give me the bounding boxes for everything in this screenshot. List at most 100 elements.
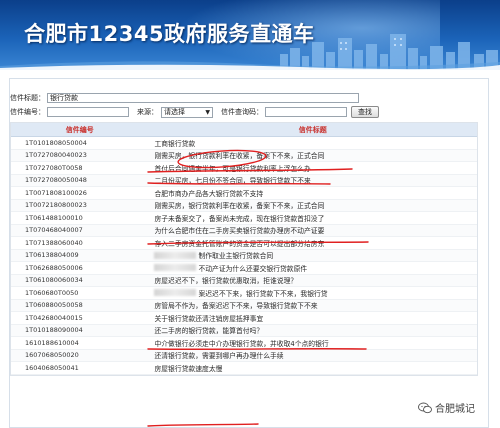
letter-number: 1T042680040015: [25, 313, 83, 322]
table-row[interactable]: 1T062688050006 不动产证为什么还要交银行贷款原件: [11, 262, 477, 275]
redacted-text: [154, 251, 197, 259]
table-row[interactable]: 1T010188090004 还二手房的银行贷款，能算首付吗？: [11, 324, 477, 337]
letter-title-text: 房屋银行贷款速度太慢: [154, 364, 223, 373]
letter-title-link[interactable]: 刚需买房，银行贷款利率在收紧，备案下不来，正式合同: [148, 150, 477, 162]
letter-title-text: 存入二手房资金托管账户的资金是否可以提出部分给房东: [154, 239, 325, 248]
letter-title-text: 关于银行贷款还清注销房屋抵押事宜: [154, 314, 264, 323]
letter-number: 1T010188090004: [25, 326, 83, 335]
column-header-number: 信件编号: [65, 125, 94, 134]
letter-number: 1T060680T0050: [25, 288, 79, 297]
letter-title-link[interactable]: 关于银行贷款还清注销房屋抵押事宜: [148, 312, 477, 324]
letter-number: 1T06138804009: [25, 251, 79, 260]
redacted-text: [154, 289, 197, 297]
table-row[interactable]: 1T060680T0050 案迟迟不下来，银行贷款下不来，我银行贷: [11, 287, 477, 300]
source-select-value: 请选择: [164, 108, 185, 116]
number-label: 信件编号：: [10, 108, 45, 116]
number-input[interactable]: [47, 107, 129, 117]
title-label: 信件标题：: [10, 94, 45, 102]
watermark: 合肥城记: [418, 400, 475, 415]
query-code-label: 信件查询码：: [221, 108, 263, 116]
table-row[interactable]: 1610188610004 中介做银行必须走中介办理银行贷款，并收取4个点的银行: [11, 337, 477, 350]
table-row[interactable]: 1604068050041 房屋银行贷款速度太慢: [11, 362, 477, 375]
letter-title-text: 不动产证为什么还要交银行贷款原件: [198, 264, 308, 273]
search-button[interactable]: 查找: [351, 106, 379, 118]
letter-number: 1T070468040007: [25, 226, 83, 235]
wechat-icon: [418, 402, 432, 413]
table-row[interactable]: 1T0727080040023 刚需买房，银行贷款利率在收紧，备案下不来，正式合同: [11, 149, 477, 162]
letter-title-link[interactable]: 首付后合同遇害半年，可是银行贷款利率上浮怎么办: [148, 162, 477, 174]
letter-title-text: 还二手房的银行贷款，能算首付吗？: [154, 327, 264, 336]
letter-title-link[interactable]: 房屋银行贷款速度太慢: [148, 362, 477, 374]
letter-title-text: 房管局不作为，备案迟迟下不来，导致银行贷款下不来: [154, 302, 318, 311]
letter-number: 1T061488100010: [25, 213, 83, 222]
letter-number: 1604068050041: [25, 363, 79, 372]
letter-number: 1T071388060040: [25, 238, 83, 247]
letter-title-link[interactable]: 还二手房的银行贷款，能算首付吗？: [148, 325, 477, 337]
column-header-title: 信件标题: [298, 125, 327, 134]
letter-title-link[interactable]: 存入二手房资金托管账户的资金是否可以提出部分给房东: [148, 237, 477, 249]
letter-number: 1T0101808050004: [25, 138, 87, 147]
letter-number: 1T0727080T0058: [25, 163, 83, 172]
letter-number: 1T062688050006: [25, 263, 83, 272]
letter-title-link[interactable]: 制作取业主银行贷款合同: [148, 250, 477, 262]
letter-title-link[interactable]: 工商银行贷款: [148, 137, 477, 149]
table-row[interactable]: 1T0101808050004 工商银行贷款: [11, 137, 477, 150]
letter-number: 1T0727080050048: [25, 176, 87, 185]
table-row[interactable]: 1T042680040015 关于银行贷款还清注销房屋抵押事宜: [11, 312, 477, 325]
results-table: 信件编号 信件标题 1T0101808050004 工商银行贷款 1T0727080…: [10, 122, 478, 376]
letter-title-link[interactable]: 还清银行贷款，需要到哪户再办理什么手续: [148, 350, 477, 362]
redacted-text: [154, 264, 197, 272]
letter-number: 1T0071808100026: [25, 188, 87, 197]
letter-title-link[interactable]: 为什么合肥市住在二手房买卖银行贷款办理房不动产证要: [148, 225, 477, 237]
table-row[interactable]: 1T071388060040 存入二手房资金托管账户的资金是否可以提出部分给房东: [11, 237, 477, 250]
letter-title-link[interactable]: 案迟迟不下来，银行贷款下不来，我银行贷: [148, 287, 477, 299]
table-row[interactable]: 1T061488100010 房子未备案交了，备案尚未完成，现在银行贷款首扣没了: [11, 212, 477, 225]
table-row[interactable]: 1T0727080050048 二月份买房，七月份不签合同，导致银行贷款下不来: [11, 174, 477, 187]
letter-title-text: 首付后合同遇害半年，可是银行贷款利率上浮怎么办: [154, 164, 311, 173]
letter-number: 1T061080060034: [25, 276, 83, 285]
letter-title-text: 刚需买房，银行贷款利率在收紧，备案下不来，正式合同: [154, 152, 325, 161]
site-title: 合肥市12345政府服务直通车: [24, 22, 315, 46]
letter-title-link[interactable]: 刚需买房，银行贷款利率在收紧，备案下不来，正式合同: [148, 200, 477, 212]
letter-number: 1T060880050058: [25, 301, 83, 310]
letter-title-link[interactable]: 合肥市商办产品各大银行贷款不支持: [148, 187, 477, 199]
table-row[interactable]: 1T0071808100026 合肥市商办产品各大银行贷款不支持: [11, 187, 477, 200]
source-select[interactable]: 请选择 ▼: [161, 106, 213, 118]
table-row[interactable]: 1T060880050058 房管局不作为，备案迟迟下不来，导致银行贷款下不来: [11, 299, 477, 312]
letter-title-link[interactable]: 房子未备案交了，备案尚未完成，现在银行贷款首扣没了: [148, 212, 477, 224]
letter-title-text: 房子未备案交了，备案尚未完成，现在银行贷款首扣没了: [154, 214, 325, 223]
table-header: 信件编号 信件标题: [11, 123, 477, 137]
table-row[interactable]: 1T070468040007 为什么合肥市住在二手房买卖银行贷款办理房不动产证要: [11, 224, 477, 237]
table-row[interactable]: 1T0727080T0058 首付后合同遇害半年，可是银行贷款利率上浮怎么办: [11, 162, 477, 175]
query-code-input[interactable]: [265, 107, 347, 117]
letter-title-text: 刚需买房，银行贷款利率在收紧，备案下不来，正式合同: [154, 202, 325, 211]
letter-title-text: 中介做银行必须走中介办理银行贷款，并收取4个点的银行: [154, 339, 329, 348]
table-row[interactable]: 1T061080060034 房屋迟迟不下，银行贷款优惠取消，拒谁说理？: [11, 274, 477, 287]
chevron-down-icon: ▼: [205, 108, 210, 116]
header-banner: 合肥市12345政府服务直通车: [0, 0, 500, 70]
table-row[interactable]: 1T06138804009 制作取业主银行贷款合同: [11, 249, 477, 262]
letter-title-text: 工商银行贷款: [154, 139, 196, 148]
letter-title-link[interactable]: 房屋迟迟不下，银行贷款优惠取消，拒谁说理？: [148, 275, 477, 287]
letter-title-text: 二月份买房，七月份不签合同，导致银行贷款下不来: [154, 177, 311, 186]
title-search-row: 信件标题： 银行贷款: [10, 92, 359, 104]
letter-title-link[interactable]: 不动产证为什么还要交银行贷款原件: [148, 262, 477, 274]
letter-title-link[interactable]: 中介做银行必须走中介办理银行贷款，并收取4个点的银行: [148, 337, 477, 349]
letter-title-text: 制作取业主银行贷款合同: [198, 252, 274, 261]
watermark-text: 合肥城记: [435, 404, 475, 415]
banner-wave-decoration: [0, 61, 500, 70]
table-row[interactable]: 1607068050020 还清银行贷款，需要到哪户再办理什么手续: [11, 349, 477, 362]
letter-number: 1610188610004: [25, 338, 79, 347]
table-row[interactable]: 1T0072180800023 刚需买房，银行贷款利率在收紧，备案下不来，正式合同: [11, 199, 477, 212]
letter-number: 1T0072180800023: [25, 201, 87, 210]
letter-title-text: 还清银行贷款，需要到哪户再办理什么手续: [154, 352, 284, 361]
source-label: 来源：: [137, 108, 158, 116]
letter-title-text: 案迟迟不下来，银行贷款下不来，我银行贷: [198, 289, 328, 298]
letter-title-link[interactable]: 房管局不作为，备案迟迟下不来，导致银行贷款下不来: [148, 300, 477, 312]
letter-title-text: 合肥市商办产品各大银行贷款不支持: [154, 189, 264, 198]
letter-number: 1T0727080040023: [25, 151, 87, 160]
title-input[interactable]: 银行贷款: [47, 93, 359, 103]
letter-number: 1607068050020: [25, 351, 79, 360]
filter-row: 信件编号： 来源： 请选择 ▼ 信件查询码： 查找: [10, 106, 379, 118]
letter-title-link[interactable]: 二月份买房，七月份不签合同，导致银行贷款下不来: [148, 175, 477, 187]
